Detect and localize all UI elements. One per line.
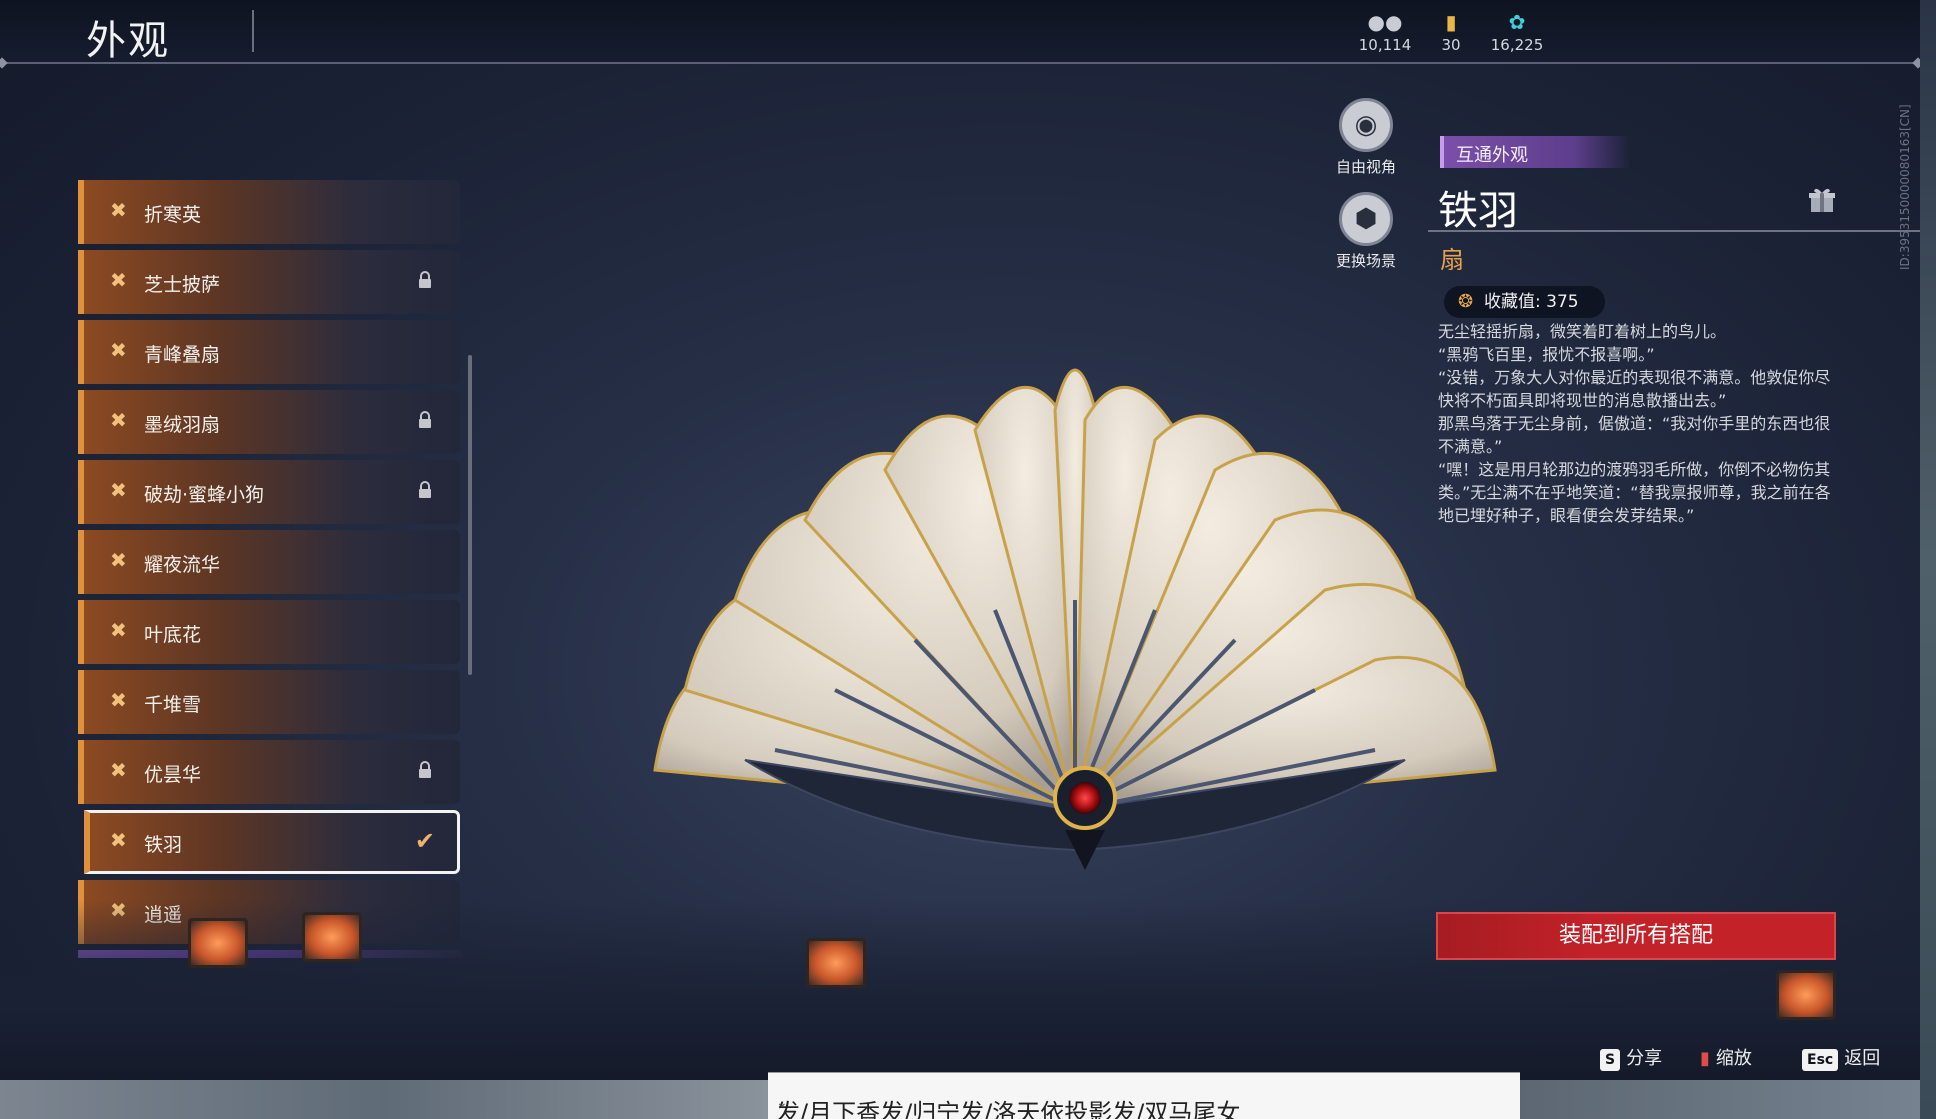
back-key: Esc <box>1802 1049 1839 1071</box>
list-item-label: 折寒英 <box>144 204 202 226</box>
pattern-icon: ✖ <box>110 478 127 502</box>
pattern-icon: ✖ <box>110 268 127 292</box>
list-item[interactable]: ✖ 墨绒羽扇 <box>78 390 460 454</box>
pattern-icon: ✖ <box>110 408 127 432</box>
list-item-label: 千堆雪 <box>144 694 202 716</box>
collection-label: 收藏值: 375 <box>1484 292 1579 312</box>
zoom-label: 缩放 <box>1715 1048 1752 1069</box>
collection-icon: ❂ <box>1458 291 1474 312</box>
lantern-decoration <box>302 912 362 962</box>
item-description: 无尘轻摇折扇，微笑着盯着树上的鸟儿。 “黑鸦飞百里，报忧不报喜啊。” “没错，万… <box>1438 322 1831 525</box>
item-type: 扇 <box>1440 246 1464 274</box>
pattern-icon: ✖ <box>110 758 127 782</box>
badge-label: 互通外观 <box>1456 145 1528 166</box>
feather-icon: ✿ <box>1508 10 1526 34</box>
pattern-icon: ✖ <box>110 688 127 712</box>
check-icon: ✔ <box>414 827 435 855</box>
scene-cube-icon: ⬢ <box>1339 192 1393 246</box>
appearance-list[interactable]: ✖ 折寒英 ✖ 芝士披萨 ✖ 青峰叠扇 ✖ 墨绒羽扇 ✖ 破劫·蜜蜂小狗 ✖ 耀… <box>78 180 462 960</box>
free-view-label: 自由视角 <box>1335 158 1396 176</box>
list-item-label: 芝士披萨 <box>144 274 221 296</box>
top-bar <box>0 0 1920 64</box>
share-hint[interactable]: S 分享 <box>1600 1044 1662 1071</box>
list-item-label: 铁羽 <box>144 834 183 856</box>
list-item-label: 青峰叠扇 <box>144 344 221 366</box>
lock-icon <box>419 271 431 288</box>
list-item[interactable]: ✖ 青峰叠扇 <box>78 320 460 384</box>
currency-feathers: ✿ 16,225 <box>1477 10 1557 54</box>
lock-icon <box>419 411 431 428</box>
list-scrollbar[interactable] <box>468 355 472 675</box>
share-key: S <box>1600 1049 1621 1071</box>
pattern-icon: ✖ <box>110 828 127 852</box>
list-item-selected[interactable]: ✖ 铁羽 ✔ <box>84 810 460 874</box>
list-item-label: 破劫·蜜蜂小狗 <box>144 484 265 506</box>
list-item[interactable]: ✖ 破劫·蜜蜂小狗 <box>78 460 460 524</box>
list-item[interactable]: ✖ 芝士披萨 <box>78 250 460 314</box>
lantern-decoration <box>188 918 248 968</box>
list-item[interactable]: ✖ 折寒英 <box>78 180 460 244</box>
list-item[interactable]: ✖ 优昙华 <box>78 740 460 804</box>
share-label: 分享 <box>1626 1048 1663 1069</box>
zoom-hint[interactable]: ▮ 缩放 <box>1700 1044 1752 1070</box>
pattern-icon: ✖ <box>110 198 127 222</box>
list-item[interactable]: ✖ 耀夜流华 <box>78 530 460 594</box>
pattern-icon: ✖ <box>110 338 127 362</box>
list-item[interactable]: ✖ 千堆雪 <box>78 670 460 734</box>
background-strip-right <box>1520 1080 1920 1119</box>
top-divider <box>0 62 1920 64</box>
fan-blades <box>653 368 1497 870</box>
lantern-decoration <box>1776 970 1836 1020</box>
change-scene-label: 更换场景 <box>1335 252 1396 270</box>
back-hint[interactable]: Esc 返回 <box>1802 1044 1880 1071</box>
list-item-label: 耀夜流华 <box>144 554 221 576</box>
fan-model-illustration[interactable] <box>620 290 1520 890</box>
build-id: ID:3953150000080163[CN] <box>1898 104 1912 270</box>
list-item[interactable]: ✖ 叶底花 <box>78 600 460 664</box>
mouse-icon: ▮ <box>1700 1048 1710 1069</box>
lock-icon <box>419 481 431 498</box>
free-view-button[interactable]: ◉ 自由视角 <box>1316 98 1416 177</box>
equip-all-button[interactable]: 装配到所有搭配 <box>1436 912 1836 960</box>
lantern-decoration <box>806 938 866 988</box>
overlay-text-box[interactable]: 发/月下香发/归宁发/洛天依投影发/双马尾女 ⌄ <box>768 1072 1520 1119</box>
lock-icon <box>419 761 431 778</box>
currency-value: 16,225 <box>1490 36 1544 54</box>
list-item-label: 优昙华 <box>144 764 202 786</box>
back-label: 返回 <box>1844 1048 1881 1069</box>
pattern-icon: ✖ <box>110 548 127 572</box>
list-item-label: 墨绒羽扇 <box>144 414 221 436</box>
cross-platform-badge: 互通外观 <box>1440 136 1630 168</box>
camera-icon: ◉ <box>1339 98 1393 152</box>
window-right-edge <box>1920 0 1936 1119</box>
collection-value: ❂ 收藏值: 375 <box>1444 286 1605 318</box>
chevron-down-icon[interactable]: ⌄ <box>776 1095 1512 1111</box>
change-scene-button[interactable]: ⬢ 更换场景 <box>1316 192 1416 271</box>
pattern-icon: ✖ <box>110 618 127 642</box>
background-strip-left <box>0 1080 768 1119</box>
title-separator <box>252 10 254 52</box>
list-item-label: 叶底花 <box>144 624 202 646</box>
name-divider <box>1428 230 1920 232</box>
page-title: 外观 <box>86 18 170 64</box>
gift-icon[interactable] <box>1808 186 1836 214</box>
item-name: 铁羽 <box>1438 188 1518 234</box>
